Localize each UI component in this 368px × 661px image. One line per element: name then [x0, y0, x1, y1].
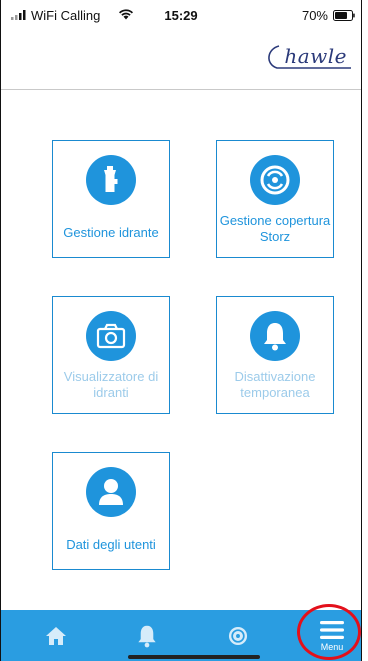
tile-icon-circle [86, 311, 136, 361]
hydrant-icon [104, 166, 118, 192]
status-bar: WiFi Calling 15:29 70% [1, 0, 361, 34]
tile-icon-circle [86, 155, 136, 205]
camera-icon [96, 323, 126, 349]
tile-label: Visualizzatore di idranti [63, 369, 159, 400]
bell-icon [138, 625, 156, 647]
tile-visualizzatore-di-idranti[interactable]: Visualizzatore di idranti [52, 296, 170, 414]
tile-icon-circle [250, 311, 300, 361]
bell-icon [264, 323, 286, 351]
menu-label: Menu [320, 641, 344, 652]
tile-label: Gestione copertura Storz [219, 213, 331, 244]
tile-label: Dati degli utenti [66, 537, 156, 552]
nav-home[interactable] [21, 610, 91, 661]
nav-notifications[interactable] [112, 610, 182, 661]
storz-cover-icon [260, 165, 290, 195]
app-header: hawle [1, 34, 361, 90]
tile-label: Gestione idrante [63, 225, 159, 240]
bottom-navigation: Menu [1, 610, 361, 661]
menu-icon [320, 620, 344, 639]
app-screen: WiFi Calling 15:29 70% hawle Gestione id… [0, 0, 362, 661]
battery-percentage: 70% [301, 8, 328, 23]
battery-icon [333, 10, 355, 21]
tile-gestione-idrante[interactable]: Gestione idrante [52, 140, 170, 258]
tile-gestione-copertura-storz[interactable]: Gestione copertura Storz [216, 140, 334, 258]
home-icon [46, 626, 66, 645]
tile-icon-circle [250, 155, 300, 205]
logo-text: hawle [284, 44, 347, 68]
nav-storz-cover[interactable] [203, 610, 273, 661]
nav-menu[interactable]: Menu [297, 610, 367, 661]
storz-cover-icon [228, 626, 248, 645]
home-indicator [128, 655, 260, 659]
tile-disattivazione-temporanea[interactable]: Disattivazione temporanea [216, 296, 334, 414]
tile-label: Disattivazione temporanea [234, 369, 316, 400]
tile-dati-degli-utenti[interactable]: Dati degli utenti [52, 452, 170, 570]
user-icon [99, 479, 123, 505]
tile-icon-circle [86, 467, 136, 517]
